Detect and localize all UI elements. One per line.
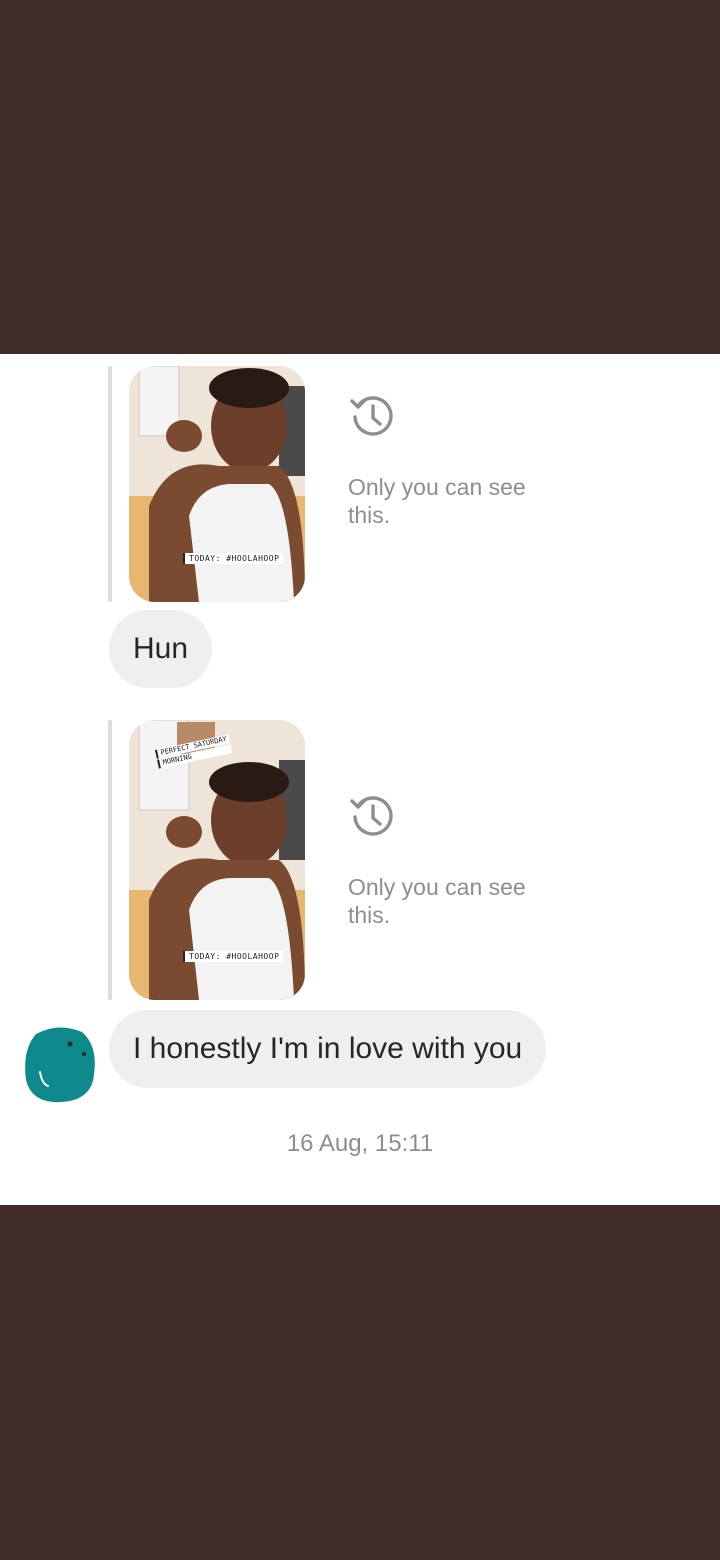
reply-indicator-bar <box>108 720 112 1000</box>
reply-indicator-bar <box>108 366 112 602</box>
top-dark-band <box>0 0 720 354</box>
message-text: I honestly I'm in love with you <box>133 1032 523 1065</box>
only-you-notice: Only you can see this. <box>348 874 526 928</box>
bottom-dark-band <box>0 1205 720 1560</box>
story-photo <box>129 366 305 602</box>
story-hashtag-tag: TODAY: #HOOLAHOOP <box>183 553 284 564</box>
expired-history-icon <box>350 396 393 436</box>
story-thumbnail[interactable]: TODAY: #HOOLAHOOP <box>129 366 305 602</box>
story-hashtag-tag: TODAY: #HOOLAHOOP <box>183 951 284 962</box>
message-bubble[interactable]: Hun <box>109 610 213 688</box>
expired-history-icon <box>350 796 393 836</box>
only-you-notice: Only you can see this. <box>348 474 526 528</box>
avatar[interactable] <box>22 1026 96 1104</box>
message-text: Hun <box>133 632 189 665</box>
message-timestamp: 16 Aug, 15:11 <box>286 1130 434 1157</box>
story-thumbnail[interactable]: PERFECT SATURDAY MORNING TODAY: #HOOLAHO… <box>129 720 305 1000</box>
message-bubble[interactable]: I honestly I'm in love with you <box>109 1010 547 1088</box>
chat-thread[interactable]: TODAY: #HOOLAHOOP Only you can see this.… <box>0 354 720 1205</box>
